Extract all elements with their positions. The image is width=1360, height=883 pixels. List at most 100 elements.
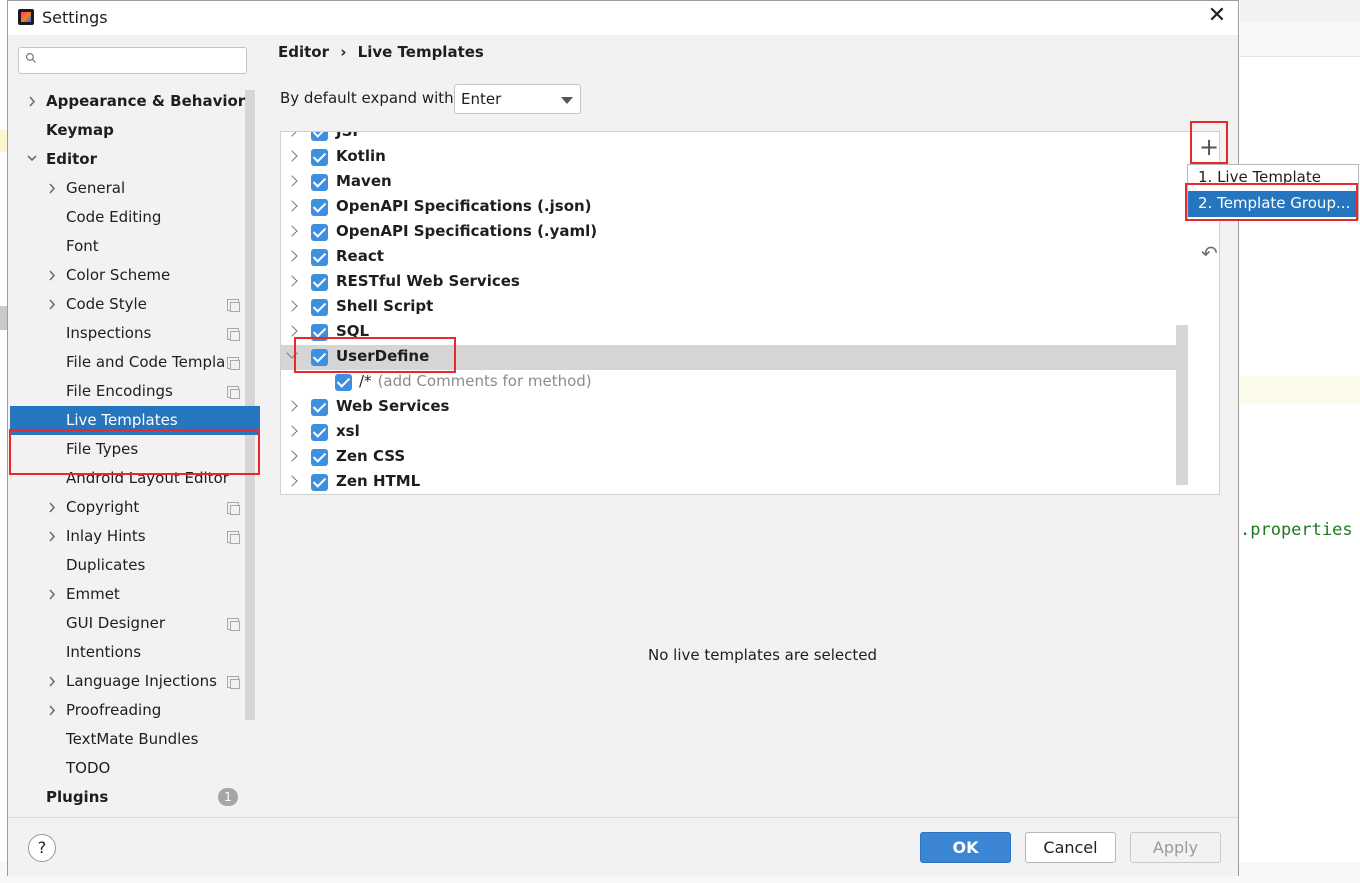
sidebar-item[interactable]: Editor <box>8 145 248 174</box>
template-checkbox[interactable] <box>311 424 328 441</box>
expand-with-value: Enter <box>461 90 502 108</box>
sidebar-item-label: TODO <box>66 759 111 777</box>
chevron-right-icon[interactable] <box>286 475 298 487</box>
template-group-row[interactable]: Web Services <box>281 395 1189 420</box>
template-group-row[interactable]: Kotlin <box>281 145 1189 170</box>
chevron-right-icon[interactable] <box>46 696 58 725</box>
template-checkbox[interactable] <box>311 174 328 191</box>
template-name-text: JSP <box>336 131 364 140</box>
chevron-right-icon[interactable] <box>46 522 58 551</box>
help-button[interactable]: ? <box>28 834 56 862</box>
template-group-row[interactable]: JSP <box>281 131 1189 145</box>
sidebar-item[interactable]: General <box>8 174 248 203</box>
template-group-row[interactable]: Zen CSS <box>281 445 1189 470</box>
sidebar-item[interactable]: TextMate Bundles <box>8 725 248 754</box>
sidebar-item[interactable]: Code Editing <box>8 203 248 232</box>
close-button[interactable]: ✕ <box>1204 3 1230 29</box>
template-checkbox[interactable] <box>311 449 328 466</box>
sidebar-item[interactable]: File Encodings <box>8 377 248 406</box>
sidebar-item[interactable]: Plugins 1 <box>8 783 248 812</box>
chevron-right-icon[interactable] <box>286 450 298 462</box>
breadcrumb-live-templates: Live Templates <box>357 43 484 61</box>
sidebar-item[interactable]: Language Injections <box>8 667 248 696</box>
template-group-row[interactable]: Shell Script <box>281 295 1189 320</box>
sidebar-item[interactable]: Inspections <box>8 319 248 348</box>
project-settings-icon <box>227 502 240 515</box>
template-checkbox[interactable] <box>311 199 328 216</box>
expand-with-select[interactable]: Enter <box>454 84 581 114</box>
chevron-right-icon[interactable] <box>286 132 298 137</box>
intellij-app-icon <box>18 9 34 25</box>
sidebar-item[interactable]: Copyright <box>8 493 248 522</box>
chevron-right-icon[interactable] <box>286 175 298 187</box>
chevron-right-icon[interactable] <box>26 87 38 116</box>
sidebar-item[interactable]: TODO <box>8 754 248 783</box>
sidebar-item[interactable]: GUI Designer <box>8 609 248 638</box>
sidebar-item[interactable]: Color Scheme <box>8 261 248 290</box>
template-group-row[interactable]: React <box>281 245 1189 270</box>
template-checkbox[interactable] <box>311 132 328 141</box>
sidebar-item[interactable]: Font <box>8 232 248 261</box>
template-checkbox[interactable] <box>335 374 352 391</box>
cancel-button[interactable]: Cancel <box>1025 832 1116 863</box>
breadcrumb-editor[interactable]: Editor <box>278 43 329 61</box>
sidebar-item[interactable]: Appearance & Behavior <box>8 87 248 116</box>
chevron-right-icon[interactable] <box>286 300 298 312</box>
template-group-row[interactable]: OpenAPI Specifications (.json) <box>281 195 1189 220</box>
template-checkbox[interactable] <box>311 299 328 316</box>
chevron-right-icon[interactable] <box>46 580 58 609</box>
template-group-row[interactable]: xsl <box>281 420 1189 445</box>
chevron-right-icon[interactable] <box>286 150 298 162</box>
sidebar-item[interactable]: Duplicates <box>8 551 248 580</box>
chevron-right-icon[interactable] <box>286 325 298 337</box>
chevron-right-icon[interactable] <box>286 200 298 212</box>
chevron-right-icon[interactable] <box>46 174 58 203</box>
template-group-row[interactable]: Zen HTML <box>281 470 1189 494</box>
template-checkbox[interactable] <box>311 399 328 416</box>
chevron-right-icon[interactable] <box>286 400 298 412</box>
title-bar[interactable]: Settings ✕ <box>8 1 1238 35</box>
background-line-highlight <box>1240 376 1360 404</box>
sidebar-item[interactable]: Code Style <box>8 290 248 319</box>
ok-button[interactable]: OK <box>920 832 1011 863</box>
template-checkbox[interactable] <box>311 249 328 266</box>
empty-message: No live templates are selected <box>648 646 878 664</box>
sidebar-item[interactable]: Intentions <box>8 638 248 667</box>
template-name: RESTful Web Services <box>336 272 520 290</box>
template-name: JSP <box>336 131 364 140</box>
sidebar-item-label: File and Code Templa <box>66 353 226 371</box>
undo-icon[interactable]: ↶ <box>1201 241 1218 265</box>
sidebar-item-label: Editor <box>46 150 97 168</box>
settings-search-input[interactable] <box>18 47 247 74</box>
chevron-right-icon[interactable] <box>286 425 298 437</box>
template-name-text: Shell Script <box>336 297 434 315</box>
template-checkbox[interactable] <box>311 474 328 491</box>
chevron-right-icon[interactable] <box>286 275 298 287</box>
chevron-right-icon[interactable] <box>46 493 58 522</box>
sidebar-item[interactable]: Inlay Hints <box>8 522 248 551</box>
chevron-down-icon[interactable] <box>26 145 38 174</box>
chevron-right-icon[interactable] <box>286 225 298 237</box>
project-settings-icon <box>227 328 240 341</box>
template-group-row[interactable]: OpenAPI Specifications (.yaml) <box>281 220 1189 245</box>
template-name: Zen HTML <box>336 472 420 490</box>
sidebar-item-label: General <box>66 179 126 197</box>
sidebar-item[interactable]: Emmet <box>8 580 248 609</box>
chevron-right-icon[interactable] <box>286 250 298 262</box>
chevron-right-icon[interactable] <box>46 261 58 290</box>
template-checkbox[interactable] <box>311 224 328 241</box>
sidebar-item[interactable]: Proofreading <box>8 696 248 725</box>
sidebar-item[interactable]: Keymap <box>8 116 248 145</box>
template-group-row[interactable]: Maven <box>281 170 1189 195</box>
sidebar-item[interactable]: File and Code Templa <box>8 348 248 377</box>
template-name: Maven <box>336 172 392 190</box>
apply-button[interactable]: Apply <box>1130 832 1221 863</box>
template-checkbox[interactable] <box>311 274 328 291</box>
sidebar-item-label: GUI Designer <box>66 614 165 632</box>
template-checkbox[interactable] <box>311 149 328 166</box>
chevron-right-icon[interactable] <box>46 290 58 319</box>
template-row[interactable]: /* (add Comments for method) <box>281 370 1189 395</box>
chevron-right-icon[interactable] <box>46 667 58 696</box>
project-settings-icon <box>227 618 240 631</box>
template-group-row[interactable]: RESTful Web Services <box>281 270 1189 295</box>
